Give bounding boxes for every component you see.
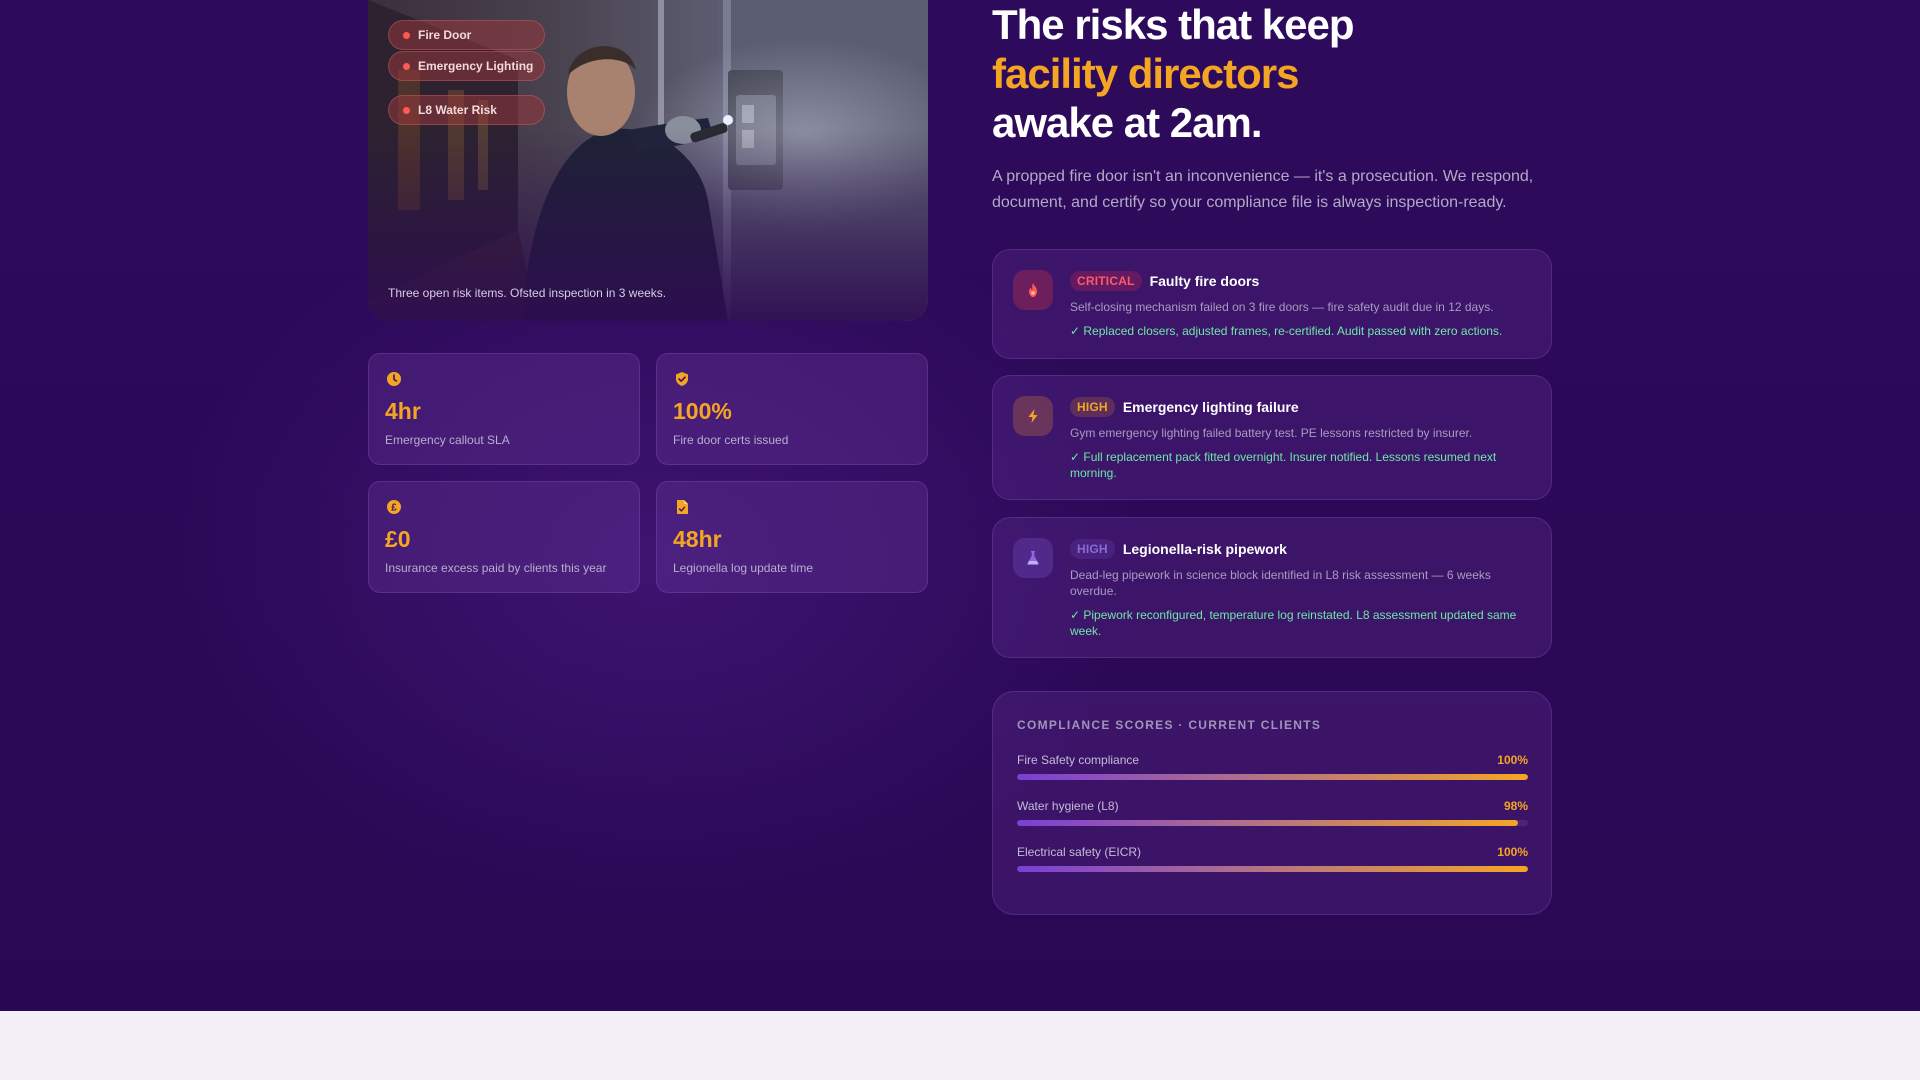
heading-line-1: The risks that keep <box>992 1 1354 48</box>
lightning-icon <box>1028 409 1038 423</box>
stat-value: 100% <box>673 398 732 424</box>
risk-card-legionella: HIGH Legionella-risk pipework Dead-leg p… <box>992 517 1552 658</box>
risk-header: HIGH Legionella-risk pipework <box>1070 538 1530 560</box>
risk-tag-emergency-lighting: Emergency Lighting <box>388 51 545 81</box>
alert-dot-icon <box>403 106 410 114</box>
risk-tag-fire-door: Fire Door <box>388 20 545 50</box>
stat-card-legionella-log: 48hr Legionella log update time <box>656 481 928 593</box>
stat-value: 4hr <box>385 398 421 424</box>
compliance-row-water-hygiene: Water hygiene (L8) 98% <box>1017 799 1528 833</box>
stat-label: Legionella log update time <box>673 561 814 575</box>
severity-badge-critical: CRITICAL <box>1070 271 1142 291</box>
clock-icon <box>387 372 401 386</box>
progress-track <box>1017 866 1528 872</box>
risk-tag-label: Fire Door <box>418 28 472 42</box>
compliance-label: Fire Safety compliance <box>1017 753 1140 767</box>
stat-value: 48hr <box>673 526 722 552</box>
compliance-row-fire-safety: Fire Safety compliance 100% <box>1017 753 1528 787</box>
risk-title: Emergency lighting failure <box>1122 399 1299 415</box>
progress-fill <box>1017 774 1528 780</box>
alert-dot-icon <box>403 31 410 39</box>
stat-card-callout: 4hr Emergency callout SLA <box>368 353 640 465</box>
severity-badge-high: HIGH <box>1070 539 1115 559</box>
shield-check-icon <box>676 372 688 386</box>
progress-fill <box>1017 866 1528 872</box>
risk-tag-list: Fire Door Emergency Lighting L8 Water Ri… <box>388 20 548 126</box>
risk-description: Dead-leg pipework in science block ident… <box>1070 568 1491 598</box>
alert-dot-icon <box>403 62 410 70</box>
risk-body: HIGH Legionella-risk pipework Dead-leg p… <box>1070 538 1530 639</box>
risk-icon-box <box>1013 396 1053 436</box>
risk-tag-l8-water: L8 Water Risk <box>388 95 545 125</box>
compliance-percent: 100% <box>1497 845 1528 859</box>
compliance-row-electrical: Electrical safety (EICR) 100% <box>1017 845 1528 879</box>
risk-tag-label: Emergency Lighting <box>418 59 534 73</box>
compliance-scores-card: COMPLIANCE SCORES · CURRENT CLIENTS Fire… <box>992 691 1552 915</box>
risk-resolution: ✓ Pipework reconfigured, temperature log… <box>1070 608 1517 638</box>
heading-line-3: awake at 2am. <box>992 99 1263 146</box>
stat-card-insurance-excess: £ £0 Insurance excess paid by clients th… <box>368 481 640 593</box>
risk-title: Legionella-risk pipework <box>1122 541 1287 557</box>
progress-fill <box>1017 820 1518 826</box>
compliance-heading: COMPLIANCE SCORES · CURRENT CLIENTS <box>1017 718 1322 732</box>
stat-value: £0 <box>385 526 411 552</box>
compliance-percent: 98% <box>1503 799 1528 813</box>
risk-header: HIGH Emergency lighting failure <box>1070 396 1530 418</box>
risk-icon-box <box>1013 270 1053 310</box>
risk-tag-label: L8 Water Risk <box>418 103 497 117</box>
heading-line-2-accent: facility directors <box>992 50 1299 97</box>
stat-card-fire-door-certs: 100% Fire door certs issued <box>656 353 928 465</box>
photo-caption: Three open risk items. Ofsted inspection… <box>388 286 667 300</box>
svg-text:£: £ <box>391 503 397 514</box>
section-lead: A propped fire door isn't an inconvenien… <box>992 168 1534 211</box>
risk-resolution: ✓ Full replacement pack fitted overnight… <box>1070 450 1497 480</box>
compliance-percent: 100% <box>1497 753 1528 767</box>
risks-section: Fire Door Emergency Lighting L8 Water Ri… <box>0 0 1920 1011</box>
risk-icon-box <box>1013 538 1053 578</box>
risk-card-fire-doors: CRITICAL Faulty fire doors Self-closing … <box>992 249 1552 359</box>
pound-coin-icon: £ <box>387 500 401 514</box>
stat-label: Fire door certs issued <box>673 433 789 447</box>
compliance-label: Electrical safety (EICR) <box>1017 845 1142 859</box>
stat-label: Emergency callout SLA <box>385 433 510 447</box>
technician-photo-card: Fire Door Emergency Lighting L8 Water Ri… <box>368 0 928 321</box>
compliance-label: Water hygiene (L8) <box>1017 799 1119 813</box>
document-icon <box>677 500 688 514</box>
flame-icon <box>1029 283 1037 297</box>
risk-description: Gym emergency lighting failed battery te… <box>1070 426 1473 440</box>
flask-icon <box>1027 551 1039 565</box>
risk-card-emergency-lighting: HIGH Emergency lighting failure Gym emer… <box>992 375 1552 500</box>
risk-body: HIGH Emergency lighting failure Gym emer… <box>1070 396 1530 481</box>
progress-track <box>1017 774 1528 780</box>
severity-badge-high: HIGH <box>1070 397 1115 417</box>
risk-title: Faulty fire doors <box>1149 273 1260 289</box>
progress-track <box>1017 820 1528 826</box>
risk-body: CRITICAL Faulty fire doors Self-closing … <box>1070 270 1530 339</box>
risk-description: Self-closing mechanism failed on 3 fire … <box>1070 300 1494 314</box>
stat-label: Insurance excess paid by clients this ye… <box>385 561 607 575</box>
risk-resolution: ✓ Replaced closers, adjusted frames, re-… <box>1070 324 1503 338</box>
risk-header: CRITICAL Faulty fire doors <box>1070 270 1530 292</box>
section-heading: The risks that keep facility directors a… <box>992 0 1552 147</box>
